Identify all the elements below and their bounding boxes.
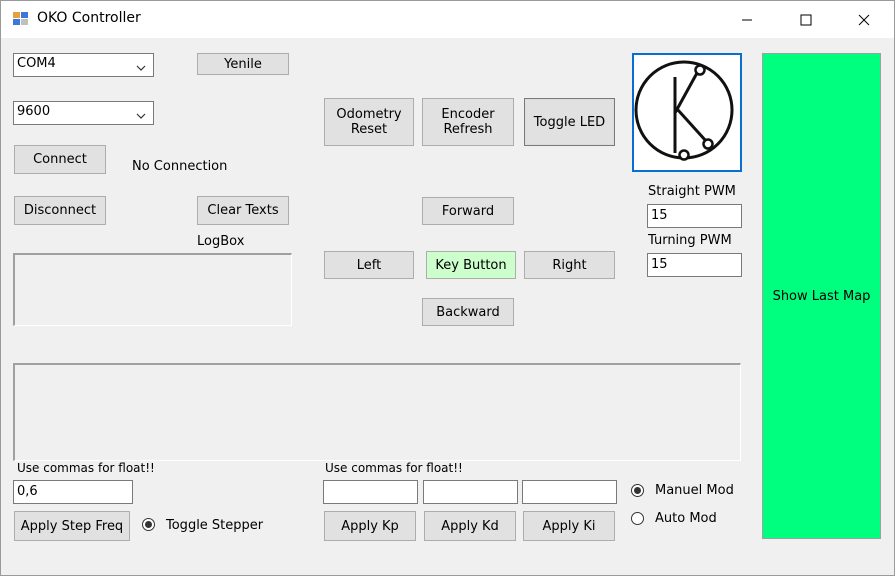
- odometry-reset-button[interactable]: Odometry Reset: [324, 98, 414, 146]
- encoder-refresh-button[interactable]: Encoder Refresh: [422, 98, 514, 146]
- logo-image[interactable]: [632, 53, 742, 172]
- main-window: OKO Controller COM4 Yenile 9600 Connect …: [0, 0, 895, 576]
- close-button[interactable]: [835, 1, 893, 38]
- oko-k-logo-icon: [634, 60, 734, 161]
- apply-kd-button[interactable]: Apply Kd: [424, 511, 516, 541]
- forward-button[interactable]: Forward: [422, 197, 514, 225]
- straight-pwm-value: 15: [651, 208, 668, 223]
- chevron-down-icon: [136, 61, 146, 76]
- apply-kp-button[interactable]: Apply Kp: [324, 511, 416, 541]
- left-button[interactable]: Left: [324, 251, 414, 279]
- straight-pwm-input[interactable]: 15: [647, 204, 742, 228]
- apply-ki-button[interactable]: Apply Ki: [523, 511, 615, 541]
- auto-mode-radio[interactable]: [631, 512, 644, 525]
- toggle-stepper-radio[interactable]: [142, 518, 155, 531]
- refresh-button[interactable]: Yenile: [197, 53, 289, 75]
- pid-hint: Use commas for float!!: [325, 461, 463, 475]
- step-freq-input[interactable]: 0,6: [13, 480, 133, 504]
- kd-input[interactable]: [423, 480, 518, 504]
- connection-status: No Connection: [132, 159, 228, 174]
- app-window-icon: [13, 12, 29, 26]
- manual-mode-radio[interactable]: [631, 484, 644, 497]
- baud-select[interactable]: 9600: [13, 101, 154, 125]
- backward-button[interactable]: Backward: [422, 298, 514, 326]
- toggle-led-button[interactable]: Toggle LED: [524, 98, 615, 146]
- toggle-stepper-label[interactable]: Toggle Stepper: [166, 518, 263, 533]
- minimize-button[interactable]: [718, 1, 776, 38]
- turning-pwm-input[interactable]: 15: [647, 253, 742, 277]
- turning-pwm-label: Turning PWM: [648, 233, 732, 248]
- close-icon: [858, 14, 870, 25]
- logbox-label: LogBox: [197, 234, 245, 249]
- kp-input[interactable]: [323, 480, 418, 504]
- minimize-icon: [742, 19, 752, 20]
- port-select[interactable]: COM4: [13, 53, 154, 77]
- stepper-hint: Use commas for float!!: [17, 461, 155, 475]
- clear-texts-button[interactable]: Clear Texts: [197, 196, 289, 225]
- maximize-button[interactable]: [777, 1, 835, 38]
- window-title: OKO Controller: [37, 10, 141, 26]
- manual-mode-label[interactable]: Manuel Mod: [655, 483, 734, 498]
- right-button[interactable]: Right: [524, 251, 615, 279]
- port-select-value: COM4: [17, 56, 56, 71]
- key-button[interactable]: Key Button: [426, 251, 516, 279]
- turning-pwm-value: 15: [651, 257, 668, 272]
- connect-button[interactable]: Connect: [14, 145, 106, 174]
- disconnect-button[interactable]: Disconnect: [14, 196, 106, 225]
- show-last-map-button[interactable]: Show Last Map: [762, 53, 881, 539]
- ki-input[interactable]: [522, 480, 617, 504]
- straight-pwm-label: Straight PWM: [648, 184, 736, 199]
- show-last-map-label: Show Last Map: [772, 288, 871, 304]
- baud-select-value: 9600: [17, 104, 51, 119]
- apply-step-freq-button[interactable]: Apply Step Freq: [14, 511, 130, 541]
- auto-mode-label[interactable]: Auto Mod: [655, 511, 717, 526]
- maximize-icon: [800, 14, 812, 25]
- step-freq-value: 0,6: [17, 484, 38, 499]
- output-textbox[interactable]: [13, 363, 741, 461]
- logbox[interactable]: [13, 253, 292, 326]
- chevron-down-icon: [136, 109, 146, 124]
- title-bar: OKO Controller: [1, 1, 894, 38]
